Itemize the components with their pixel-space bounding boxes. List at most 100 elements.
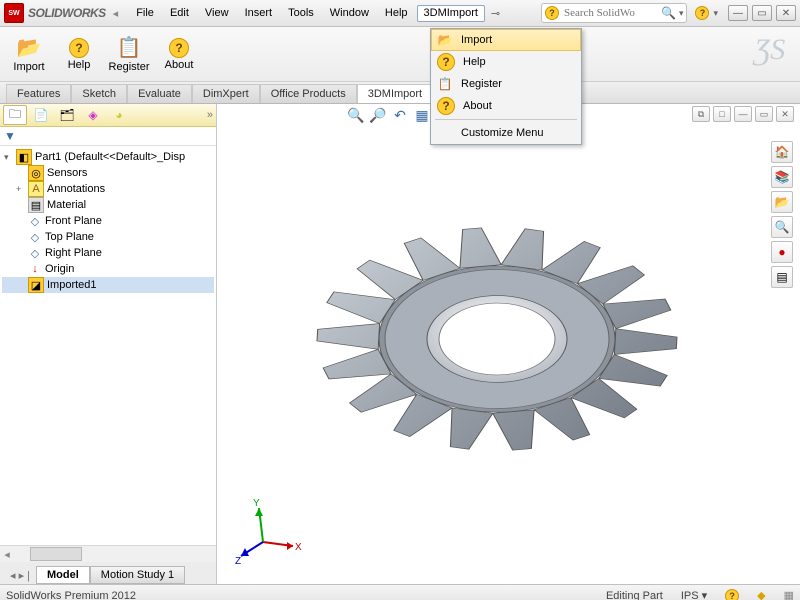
taskpane-property-icon[interactable]: ▤ — [771, 266, 793, 288]
tab-dimxpert[interactable]: DimXpert — [192, 84, 260, 103]
tree-node-right-plane[interactable]: ◇Right Plane — [2, 245, 214, 261]
imp-icon: ◪ — [28, 277, 44, 293]
menu-view[interactable]: View — [198, 5, 236, 22]
minimize-button[interactable]: — — [728, 5, 748, 21]
tree-node-material-not-specified-[interactable]: ▤Material — [2, 197, 214, 213]
expand-icon[interactable]: + — [16, 184, 25, 194]
svg-text:Z: Z — [235, 556, 241, 564]
tree-node-imported1[interactable]: ◪Imported1 — [2, 277, 214, 293]
taskpane-home-icon[interactable]: 🏠 — [771, 141, 793, 163]
dd-customize[interactable]: Customize Menu — [431, 122, 581, 144]
tree-node-front-plane[interactable]: ◇Front Plane — [2, 213, 214, 229]
panel-tab-display[interactable]: ◕ — [107, 105, 131, 125]
menu-window[interactable]: Window — [323, 5, 376, 22]
toolbar-register-button[interactable]: 📋 Register — [106, 32, 152, 76]
close-button[interactable]: ✕ — [776, 5, 796, 21]
menu-tools[interactable]: Tools — [281, 5, 321, 22]
register-icon: 📋 — [117, 35, 142, 60]
orientation-triad[interactable]: X Y Z — [235, 494, 305, 564]
help-button-icon[interactable]: ? — [695, 6, 709, 20]
taskpane-library-icon[interactable]: 📚 — [771, 166, 793, 188]
taskpane-explorer-icon[interactable]: 📂 — [771, 191, 793, 213]
3dmimport-dropdown: 📂 Import ? Help 📋 Register ? About Custo… — [430, 28, 582, 145]
gear-model — [227, 114, 787, 564]
status-help-icon[interactable]: ? — [725, 589, 739, 600]
dd-import[interactable]: 📂 Import — [431, 29, 581, 51]
collapse-icon[interactable]: ▾ — [4, 152, 13, 163]
menu-help[interactable]: Help — [378, 5, 415, 22]
tab-office-products[interactable]: Office Products — [260, 84, 357, 103]
taskpane-appearance-icon[interactable]: ● — [771, 241, 793, 263]
scroll-thumb[interactable] — [30, 547, 82, 561]
taskpane-view-icon[interactable]: 🔍 — [771, 216, 793, 238]
toolbar-about-button[interactable]: ? About — [156, 32, 202, 76]
panel-hscroll[interactable]: ◂ — [0, 545, 216, 562]
feature-tree: ▾ ◧ Part1 (Default<<Default>_Disp ◎Senso… — [0, 146, 216, 545]
graphics-viewport[interactable]: ⧉ □ — ▭ ✕ 🔍 🔎 ↶ ▦ ▣ ▤ ◐ ● ◎ ▼ — [217, 104, 800, 584]
title-bar: SW SOLIDWORKS ◂ File Edit View Insert To… — [0, 0, 800, 27]
help-dropdown-icon[interactable]: ▾ — [713, 8, 718, 19]
tree-filter-bar[interactable]: ▼ — [0, 127, 216, 146]
panel-overflow-icon[interactable]: » — [207, 109, 213, 121]
plane-icon: ◇ — [28, 246, 42, 260]
dd-help-label: Help — [463, 56, 486, 68]
tab-sketch[interactable]: Sketch — [71, 84, 127, 103]
workspace: 🗀 📄 🗂 ◈ ◕ » ▼ ▾ ◧ Part1 (Default<<Defaul… — [0, 104, 800, 584]
toolbar-help-label: Help — [68, 59, 91, 71]
menu-insert[interactable]: Insert — [238, 5, 280, 22]
dd-about[interactable]: ? About — [431, 95, 581, 117]
dd-register-label: Register — [461, 78, 502, 90]
about-icon: ? — [437, 97, 455, 115]
tree-node-origin[interactable]: ↓Origin — [2, 261, 214, 277]
status-rebuild-icon[interactable]: ◆ — [757, 589, 765, 600]
dd-help[interactable]: ? Help — [431, 51, 581, 73]
status-mode: Editing Part — [606, 590, 663, 600]
tree-node-sensors[interactable]: ◎Sensors — [2, 165, 214, 181]
menu-chevron-icon[interactable]: ◂ — [113, 7, 119, 20]
menu-edit[interactable]: Edit — [163, 5, 196, 22]
menu-3dmimport[interactable]: 3DMImport — [417, 5, 485, 22]
tree-node-label: Imported1 — [47, 279, 97, 291]
tree-node-label: Front Plane — [45, 215, 102, 227]
panel-tab-config[interactable]: 🗂 — [55, 105, 79, 125]
plane-icon: ◇ — [28, 214, 42, 228]
search-box[interactable]: ? 🔍 ▾ — [541, 3, 687, 23]
status-units[interactable]: IPS ▾ — [681, 589, 707, 600]
panel-tab-dimxpert[interactable]: ◈ — [81, 105, 105, 125]
search-input[interactable] — [562, 6, 658, 20]
toolbar-register-label: Register — [109, 61, 150, 73]
tab-evaluate[interactable]: Evaluate — [127, 84, 192, 103]
dd-customize-label: Customize Menu — [461, 127, 544, 139]
command-tabs: Features Sketch Evaluate DimXpert Office… — [0, 82, 800, 104]
dd-import-label: Import — [461, 34, 492, 46]
mat-icon: ▤ — [28, 197, 44, 213]
tab-model[interactable]: Model — [36, 566, 90, 584]
about-icon: ? — [169, 38, 189, 58]
restore-button[interactable]: ▭ — [752, 5, 772, 21]
tab-motion-study[interactable]: Motion Study 1 — [90, 566, 185, 584]
tree-node-annotations[interactable]: +AAnnotations — [2, 181, 214, 197]
toolbar-import-button[interactable]: 📂 Import — [6, 32, 52, 76]
dd-separator — [435, 119, 577, 120]
tree-root-label: Part1 (Default<<Default>_Disp — [35, 151, 185, 163]
tree-node-top-plane[interactable]: ◇Top Plane — [2, 229, 214, 245]
tree-root[interactable]: ▾ ◧ Part1 (Default<<Default>_Disp — [2, 149, 214, 165]
search-icon[interactable]: 🔍 — [661, 6, 676, 20]
blank-icon — [437, 125, 453, 141]
status-options-icon[interactable]: ▦ — [784, 589, 794, 600]
toolbar-help-button[interactable]: ? Help — [56, 32, 102, 76]
tab-features[interactable]: Features — [6, 84, 71, 103]
panel-tab-feature-tree[interactable]: 🗀 — [3, 105, 27, 125]
panel-tab-property[interactable]: 📄 — [29, 105, 53, 125]
tree-node-label: Sensors — [47, 167, 87, 179]
task-pane: 🏠 📚 📂 🔍 ● ▤ — [768, 138, 800, 291]
search-dropdown-icon[interactable]: ▾ — [679, 8, 684, 19]
view-tabs: ◂ ▸ | Model Motion Study 1 — [0, 562, 216, 584]
dd-register[interactable]: 📋 Register — [431, 73, 581, 95]
help-icon: ? — [69, 38, 89, 58]
menu-file[interactable]: File — [129, 5, 161, 22]
tree-node-label: Material — [47, 199, 86, 211]
pin-icon[interactable]: ⊸ — [487, 5, 504, 22]
tab-3dmimport[interactable]: 3DMImport — [357, 84, 433, 103]
help-icon: ? — [437, 53, 455, 71]
